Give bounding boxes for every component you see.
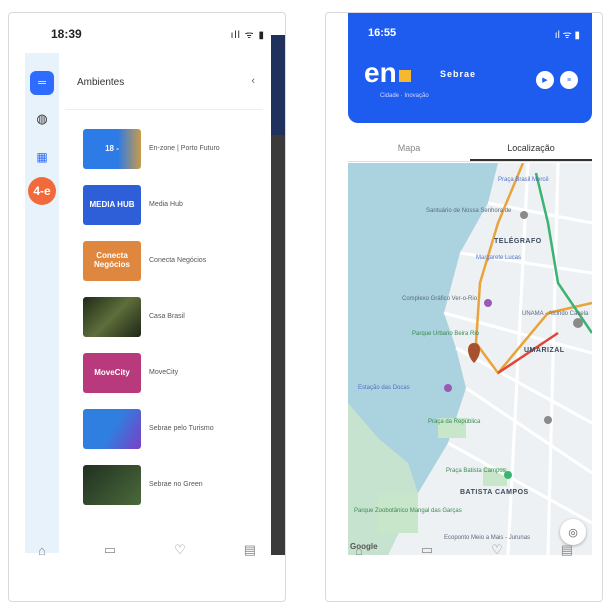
- app-logo[interactable]: 4-e: [28, 177, 56, 205]
- status-time: 18:39: [51, 27, 82, 41]
- environment-thumbnail: [83, 297, 141, 337]
- bottom-navigation: ⌂ ▭ ♡ ▤: [9, 535, 285, 565]
- tab-localizacao[interactable]: Localização: [470, 137, 592, 161]
- environment-thumbnail: [83, 409, 141, 449]
- ticket-icon[interactable]: ▭: [421, 542, 433, 558]
- status-bar: 18:39 ıll ᯤ ▮: [9, 13, 285, 53]
- map-label: UMARIZAL: [524, 347, 565, 354]
- environment-label: Casa Brasil: [149, 313, 185, 321]
- status-icons: ıll ᯤ ▮: [230, 30, 265, 41]
- map-label: Estação das Docas: [358, 385, 410, 391]
- panel-title: Ambientes: [77, 77, 125, 88]
- map-label: Praça da República: [428, 419, 481, 425]
- list-item[interactable]: MoveCity MoveCity: [83, 345, 253, 401]
- environment-thumbnail: Conecta Negócios: [83, 241, 141, 281]
- environment-label: En-zone | Porto Futuro: [149, 145, 220, 153]
- map-label: Parque Zoobotânico Mangal das Garças: [354, 508, 462, 514]
- map-label: Santuário de Nossa Senhora de: [426, 208, 512, 214]
- home-icon[interactable]: ⌂: [38, 543, 46, 558]
- globe-icon[interactable]: ◍: [30, 107, 54, 131]
- map-label: Praça Batista Campos: [446, 468, 506, 474]
- calendar-icon[interactable]: ▤: [244, 542, 256, 558]
- app-header: 16:55 ıl ᯤ ▮ en Sebrae Cidade · Inovação…: [348, 13, 592, 123]
- environment-list: 18 - En-zone | Porto Futuro MEDIA HUB Me…: [83, 121, 253, 513]
- map-label: Praça Brasil Mercê: [498, 177, 549, 183]
- heart-icon[interactable]: ♡: [491, 542, 503, 558]
- phone-ambientes: 18:39 ıll ᯤ ▮ ═ ◍ ▦ 4-e Ambientes ‹ 18 -…: [8, 12, 286, 602]
- play-icon[interactable]: ▶: [536, 71, 554, 89]
- side-rail: ═ ◍ ▦ 4-e: [25, 53, 59, 553]
- calendar-icon[interactable]: ▤: [561, 542, 573, 558]
- map-label: Complexo Gráfico Ver-o-Rio: [402, 296, 478, 302]
- list-item[interactable]: MEDIA HUB Media Hub: [83, 177, 253, 233]
- environment-label: Sebrae no Green: [149, 481, 203, 489]
- map-label: Margarete Lucas: [476, 255, 522, 261]
- phone-localizacao: 16:55 ıl ᯤ ▮ en Sebrae Cidade · Inovação…: [325, 12, 603, 602]
- environment-label: Media Hub: [149, 201, 183, 209]
- map-label: TELÉGRAFO: [494, 238, 542, 245]
- status-time: 16:55: [368, 27, 397, 39]
- map-label: BATISTA CAMPOS: [460, 489, 529, 496]
- list-item[interactable]: 18 - En-zone | Porto Futuro: [83, 121, 253, 177]
- background-overlay: [271, 35, 285, 555]
- heart-icon[interactable]: ♡: [174, 542, 186, 558]
- environment-thumbnail: MoveCity: [83, 353, 141, 393]
- environment-label: Sebrae pelo Turismo: [149, 425, 214, 433]
- status-icons: ıl ᯤ ▮: [554, 30, 580, 41]
- calendar-icon[interactable]: ▦: [30, 145, 54, 169]
- environment-thumbnail: 18 -: [83, 129, 141, 169]
- collapse-icon[interactable]: ‹: [251, 75, 255, 87]
- home-icon[interactable]: ⌂: [355, 543, 363, 558]
- brand-tagline: Cidade · Inovação: [380, 93, 429, 99]
- sebrae-logo: Sebrae: [440, 69, 477, 79]
- map-label: Parque Urbano Beira Rio: [412, 331, 480, 337]
- list-item[interactable]: Sebrae pelo Turismo: [83, 401, 253, 457]
- tab-bar: Mapa Localização: [348, 137, 592, 162]
- map-canvas: [348, 163, 592, 555]
- list-item[interactable]: Casa Brasil: [83, 289, 253, 345]
- environment-label: Conecta Negócios: [149, 257, 207, 265]
- brand-logo: en: [364, 57, 411, 89]
- menu-icon[interactable]: ≡: [560, 71, 578, 89]
- panel-header: Ambientes ‹: [65, 63, 263, 110]
- ticket-icon[interactable]: ▭: [104, 542, 116, 558]
- bottom-navigation: ⌂ ▭ ♡ ▤: [326, 535, 602, 565]
- list-item[interactable]: Conecta Negócios Conecta Negócios: [83, 233, 253, 289]
- menu-icon[interactable]: ═: [30, 71, 54, 95]
- tab-mapa[interactable]: Mapa: [348, 137, 470, 161]
- environment-thumbnail: MEDIA HUB: [83, 185, 141, 225]
- map-label: UNAMA - Alcindo Cacela: [522, 311, 589, 317]
- environment-thumbnail: [83, 465, 141, 505]
- map-view[interactable]: Praça Brasil Mercê Santuário de Nossa Se…: [348, 163, 592, 555]
- environment-label: MoveCity: [149, 369, 179, 377]
- list-item[interactable]: Sebrae no Green: [83, 457, 253, 513]
